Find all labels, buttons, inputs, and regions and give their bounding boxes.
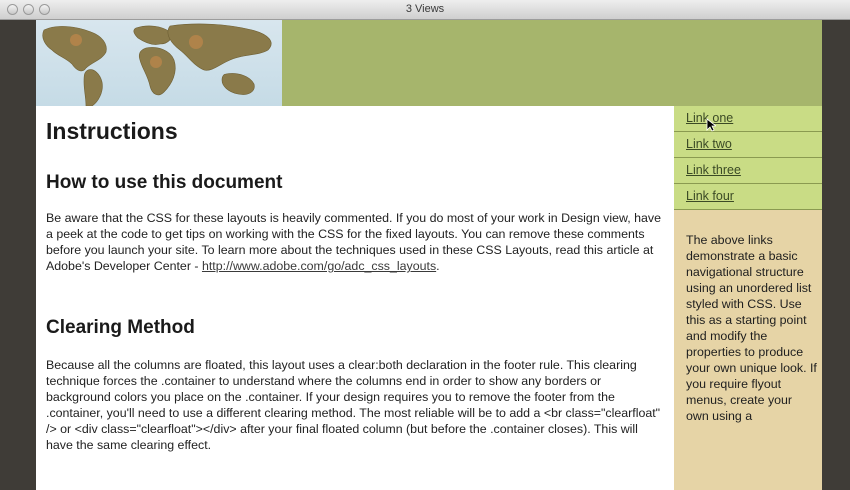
nav-link-three[interactable]: Link three bbox=[674, 158, 822, 183]
section-heading-how-to-use: How to use this document bbox=[46, 172, 283, 193]
page-container: Instructions How to use this document Be… bbox=[36, 20, 822, 490]
title-bar[interactable]: 3 Views bbox=[0, 0, 850, 20]
section-heading-clearing-method: Clearing Method bbox=[46, 317, 195, 338]
adobe-developer-link[interactable]: http://www.adobe.com/go/adc_css_layouts bbox=[202, 259, 436, 273]
window-title: 3 Views bbox=[405, 3, 445, 15]
paragraph-end: . bbox=[436, 259, 440, 273]
section-paragraph-clearing-method: Because all the columns are floated, thi… bbox=[46, 358, 661, 452]
sidebar: Link one Link two Link three Link four T… bbox=[674, 106, 822, 490]
nav-item: Link two bbox=[674, 132, 822, 158]
nav-item: Link three bbox=[674, 158, 822, 184]
nav-link-one[interactable]: Link one bbox=[674, 106, 822, 131]
nav-item: Link four bbox=[674, 184, 822, 210]
nav-link-four[interactable]: Link four bbox=[674, 184, 822, 209]
main-content: Instructions How to use this document Be… bbox=[36, 106, 674, 490]
sidebar-description: The above links demonstrate a basic navi… bbox=[686, 233, 817, 423]
nav-link-two[interactable]: Link two bbox=[674, 132, 822, 157]
section-paragraph-how-to-use: Be aware that the CSS for these layouts … bbox=[46, 210, 664, 274]
nav-item: Link one bbox=[674, 106, 822, 132]
browser-window: 3 Views Instructions How to use this doc… bbox=[0, 0, 850, 490]
page-title: Instructions bbox=[46, 118, 178, 144]
page-header bbox=[36, 20, 822, 106]
sidebar-nav: Link one Link two Link three Link four bbox=[674, 106, 822, 210]
mouse-cursor-icon bbox=[706, 118, 716, 132]
world-map-image bbox=[36, 20, 282, 106]
